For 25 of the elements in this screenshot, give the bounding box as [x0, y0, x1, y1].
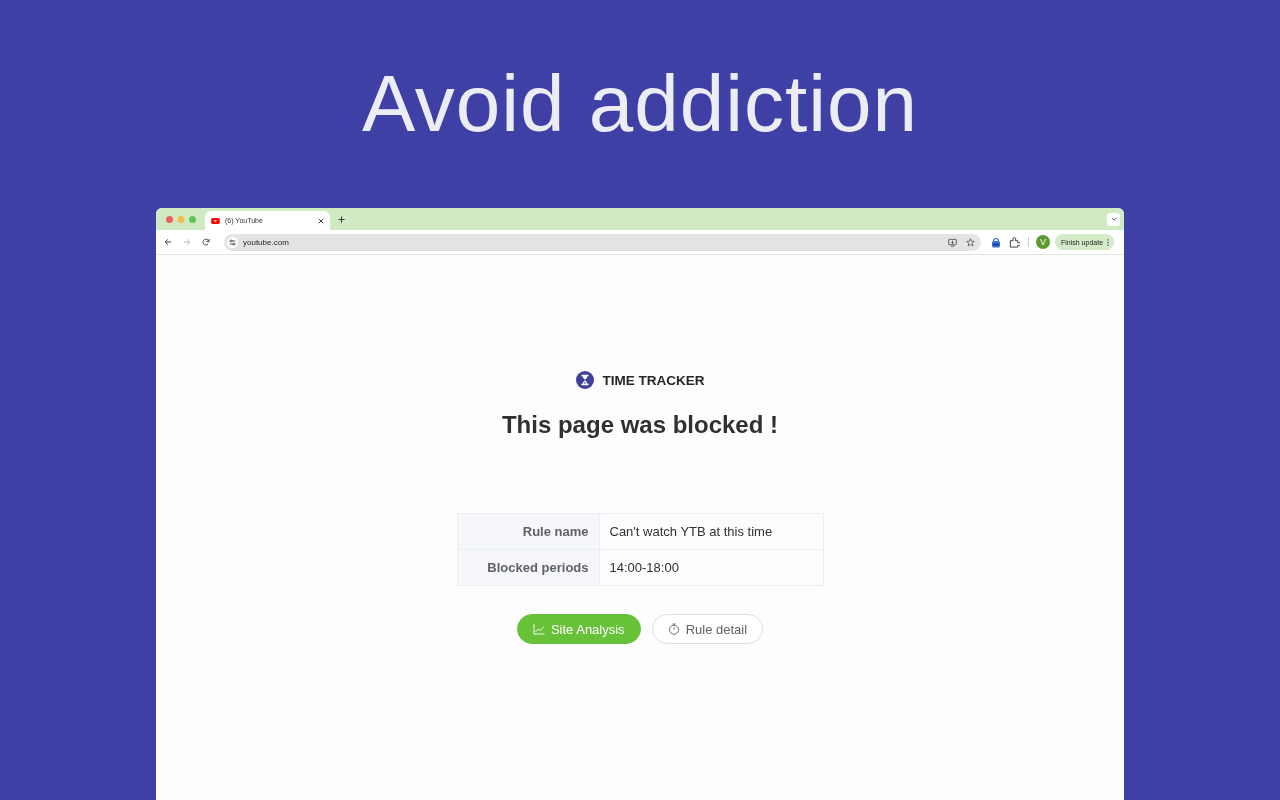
- hourglass-icon: [575, 371, 594, 389]
- address-bar[interactable]: youtube.com: [224, 233, 981, 251]
- star-icon[interactable]: [966, 237, 975, 247]
- rule-detail-button[interactable]: Rule detail: [651, 614, 764, 644]
- blocked-title: This page was blocked !: [501, 410, 779, 440]
- table-cell: Can't watch YTB at this time: [599, 513, 823, 550]
- table-header-cell: Rule name: [457, 513, 599, 550]
- padlock-icon[interactable]: [991, 236, 1001, 248]
- app-name: TIME TRACKER: [602, 372, 705, 388]
- close-icon[interactable]: [318, 217, 324, 224]
- table-cell: 14:00-18:00: [599, 549, 823, 586]
- plus-icon[interactable]: [338, 215, 345, 223]
- more-icon: [1107, 238, 1110, 246]
- puzzle-icon[interactable]: [1009, 236, 1020, 248]
- sliders-icon[interactable]: [227, 236, 238, 248]
- headline: Avoid addiction: [361, 64, 919, 144]
- play-icon: [211, 217, 220, 224]
- table-header-cell: Blocked periods: [457, 549, 599, 586]
- window-controls-icon[interactable]: [166, 215, 196, 223]
- line-chart-icon: [532, 623, 545, 635]
- reload-icon[interactable]: [202, 238, 210, 246]
- monitor-icon[interactable]: [948, 237, 957, 247]
- chevron-down-icon: [1110, 217, 1117, 221]
- back-arrow-icon[interactable]: [164, 238, 172, 246]
- stopwatch-icon: [667, 623, 680, 635]
